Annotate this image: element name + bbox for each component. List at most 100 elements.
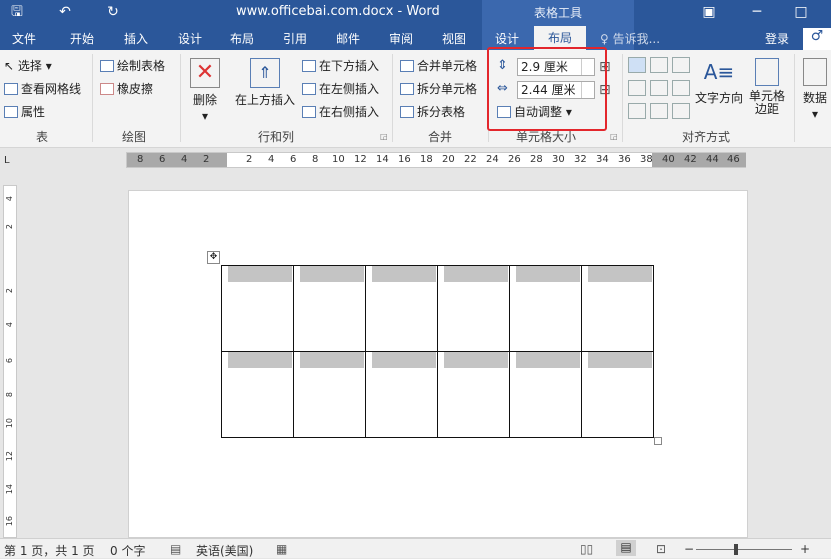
insert-right-button[interactable]: 在右侧插入 <box>302 104 379 120</box>
table-cell[interactable] <box>581 351 654 438</box>
ruler-number: 38 <box>640 154 653 165</box>
tab-file[interactable]: 文件 <box>12 30 36 47</box>
dialog-launcher-icon[interactable]: ◲ <box>380 132 388 141</box>
tab-selector[interactable]: L <box>4 155 10 166</box>
divider <box>92 54 93 142</box>
zoom-slider[interactable] <box>696 549 792 550</box>
ruler-number: 2 <box>5 224 14 230</box>
draw-table-button[interactable]: 绘制表格 <box>100 58 165 74</box>
macro-icon[interactable]: ▦ <box>276 542 287 556</box>
merge-cells-button[interactable]: 合并单元格 <box>400 58 477 74</box>
align-bottom-right-icon[interactable] <box>672 103 690 119</box>
ruler-number: 8 <box>5 392 14 398</box>
ruler-number: 6 <box>159 154 166 165</box>
zoom-out-icon[interactable]: − <box>684 542 694 556</box>
ribbon-display-icon[interactable]: ▣ <box>698 3 720 21</box>
dialog-launcher-icon[interactable]: ◲ <box>610 132 618 141</box>
ruler-number: 40 <box>662 154 675 165</box>
table-resize-handle-icon[interactable] <box>654 437 662 445</box>
shaded-cell-band <box>444 266 508 282</box>
print-layout-icon[interactable]: ▤ <box>616 540 636 556</box>
tell-me-search[interactable]: ♀ 告诉我... <box>600 30 660 47</box>
minimize-icon[interactable]: ─ <box>746 3 768 21</box>
insert-above-button[interactable]: ⇑ 在上方插入 <box>234 58 296 108</box>
undo-icon[interactable]: ↶ <box>54 3 76 21</box>
tab-view[interactable]: 视图 <box>442 30 466 47</box>
tab-layout[interactable]: 布局 <box>230 30 254 47</box>
eraser-icon <box>100 83 114 95</box>
zoom-in-icon[interactable]: + <box>800 542 810 556</box>
properties-icon <box>4 106 18 118</box>
table-cell[interactable] <box>509 265 582 352</box>
ruler-number: 2 <box>203 154 210 165</box>
table-move-handle-icon[interactable]: ✥ <box>207 251 220 264</box>
ruler-number: 14 <box>376 154 389 165</box>
table-cell[interactable] <box>293 351 366 438</box>
align-middle-right-icon[interactable] <box>672 80 690 96</box>
ruler-number: 32 <box>574 154 587 165</box>
word-count[interactable]: 0 个字 <box>110 542 145 559</box>
properties-button[interactable]: 属性 <box>4 104 45 120</box>
table-cell[interactable] <box>365 351 438 438</box>
maximize-icon[interactable]: □ <box>790 3 812 21</box>
language-indicator[interactable]: 英语(美国) <box>196 542 253 559</box>
table-cell[interactable] <box>221 265 294 352</box>
tab-review[interactable]: 审阅 <box>389 30 413 47</box>
eraser-button[interactable]: 橡皮擦 <box>100 81 153 97</box>
save-icon[interactable]: 🖫 <box>6 3 28 21</box>
split-table-icon <box>400 106 414 118</box>
table-cell[interactable] <box>437 351 510 438</box>
align-middle-left-icon[interactable] <box>628 80 646 96</box>
tab-insert[interactable]: 插入 <box>124 30 148 47</box>
align-top-right-icon[interactable] <box>672 57 690 73</box>
ruler-number: 16 <box>398 154 411 165</box>
align-middle-center-icon[interactable] <box>650 80 668 96</box>
text-direction-button[interactable]: A≡ 文字方向 <box>694 58 744 106</box>
horizontal-ruler[interactable]: 8 6 4 2 2 4 6 8 10 12 14 16 18 20 22 24 … <box>126 152 746 168</box>
table-cell[interactable] <box>365 265 438 352</box>
ruler-number: 2 <box>5 288 14 294</box>
alignment-grid <box>628 57 690 123</box>
delete-button[interactable]: ✕ 删除 ▾ <box>188 58 222 124</box>
table-cell[interactable] <box>509 351 582 438</box>
table-cell[interactable] <box>581 265 654 352</box>
ruler-number: 4 <box>268 154 275 165</box>
table-cell[interactable] <box>293 265 366 352</box>
web-layout-icon[interactable]: ⊡ <box>656 542 666 556</box>
split-cells-icon <box>400 83 414 95</box>
merge-cells-icon <box>400 60 414 72</box>
tab-mailings[interactable]: 邮件 <box>336 30 360 47</box>
share-icon[interactable]: ♂ <box>803 28 831 50</box>
data-button[interactable]: 数据 ▾ <box>800 58 830 122</box>
cell-margins-icon <box>755 58 779 86</box>
zoom-slider-thumb[interactable] <box>734 544 738 555</box>
align-bottom-center-icon[interactable] <box>650 103 668 119</box>
table-cell[interactable] <box>437 265 510 352</box>
table-row <box>221 351 654 438</box>
read-mode-icon[interactable]: ▯▯ <box>580 542 593 556</box>
view-gridlines-button[interactable]: 查看网格线 <box>4 81 81 97</box>
vertical-ruler[interactable]: 4 2 2 4 6 8 10 12 14 16 <box>3 185 17 538</box>
table-cell[interactable] <box>221 351 294 438</box>
tab-references[interactable]: 引用 <box>283 30 307 47</box>
align-bottom-left-icon[interactable] <box>628 103 646 119</box>
align-top-left-icon[interactable] <box>628 57 646 73</box>
redo-icon[interactable]: ↻ <box>102 3 124 21</box>
page-count[interactable]: 第 1 页，共 1 页 <box>4 542 95 559</box>
split-table-button[interactable]: 拆分表格 <box>400 104 465 120</box>
cell-margins-button[interactable]: 单元格边距 <box>748 58 786 116</box>
window-title: www.officebai.com.docx - Word <box>236 4 440 19</box>
delete-table-icon: ✕ <box>190 58 220 88</box>
tab-home[interactable]: 开始 <box>70 30 94 47</box>
tab-design[interactable]: 设计 <box>178 30 202 47</box>
align-top-center-icon[interactable] <box>650 57 668 73</box>
sign-in-link[interactable]: 登录 <box>765 30 789 47</box>
tab-table-design[interactable]: 设计 <box>495 30 519 47</box>
document-table[interactable] <box>221 265 654 438</box>
split-cells-button[interactable]: 拆分单元格 <box>400 81 477 97</box>
insert-below-button[interactable]: 在下方插入 <box>302 58 379 74</box>
insert-left-button[interactable]: 在左侧插入 <box>302 81 379 97</box>
select-button[interactable]: ↖ 选择 ▾ <box>4 58 52 74</box>
ruler-number: 22 <box>464 154 477 165</box>
proofing-icon[interactable]: ▤ <box>170 542 181 556</box>
